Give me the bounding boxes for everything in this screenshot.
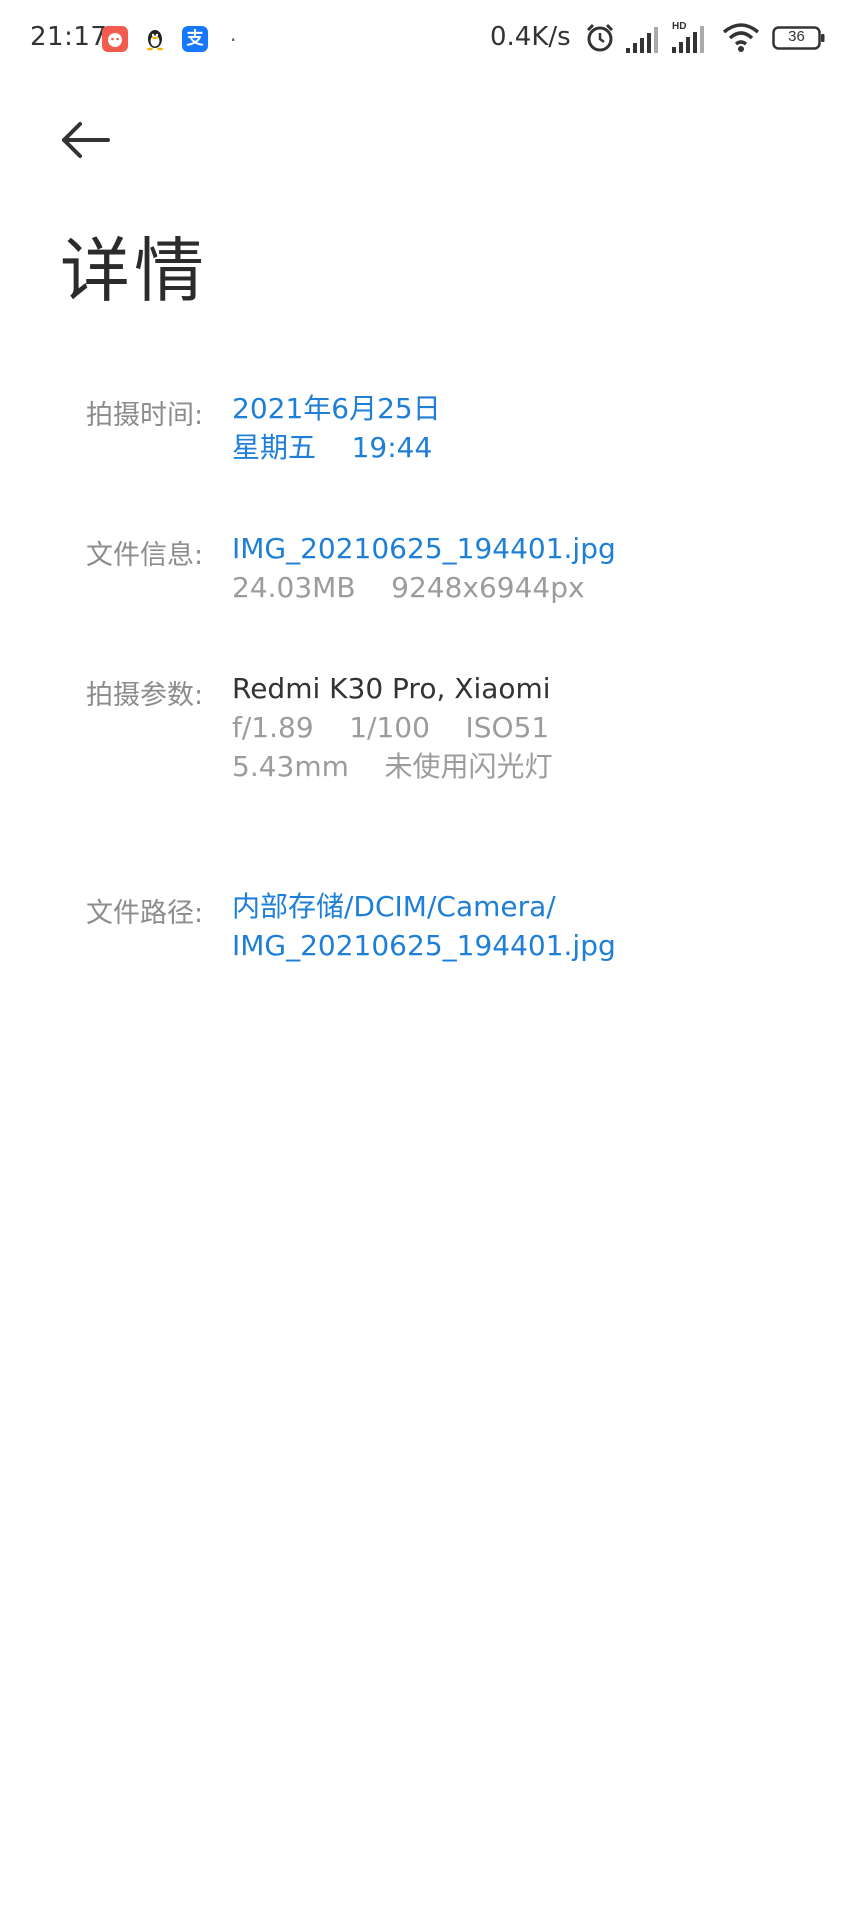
cellular-signal-icon: [626, 24, 664, 58]
battery-level: 36: [788, 28, 805, 45]
file-path-line-1[interactable]: 内部存储/DCIM/Camera/: [232, 887, 616, 926]
wifi-icon: [722, 22, 760, 58]
battery-icon: 36: [772, 26, 826, 56]
file-name[interactable]: IMG_20210625_194401.jpg: [232, 529, 616, 568]
notification-dot: ·: [230, 28, 237, 52]
svg-text:HD: HD: [672, 21, 686, 32]
capture-time-label: 拍摄时间:: [86, 400, 204, 431]
file-info-values: IMG_20210625_194401.jpg 24.03MB 9248x694…: [232, 529, 616, 607]
network-speed: 0.4K/s: [490, 22, 571, 52]
camera-focal-flash: 5.43mm 未使用闪光灯: [232, 750, 553, 783]
status-bar: 21:17 支 · 0.4K/s HD 36: [0, 0, 864, 78]
file-path-label: 文件路径:: [86, 898, 204, 929]
camera-device: Redmi K30 Pro, Xiaomi: [232, 672, 551, 705]
file-path-line-2[interactable]: IMG_20210625_194401.jpg: [232, 926, 616, 965]
camera-params-label: 拍摄参数:: [86, 680, 204, 711]
capture-weekday-time[interactable]: 星期五 19:44: [232, 428, 441, 467]
qq-penguin-icon: [142, 26, 168, 52]
file-size-resolution: 24.03MB 9248x6944px: [232, 571, 585, 604]
file-path-values[interactable]: 内部存储/DCIM/Camera/ IMG_20210625_194401.jp…: [232, 887, 616, 965]
camera-params-values: Redmi K30 Pro, Xiaomi f/1.89 1/100 ISO51…: [232, 669, 553, 786]
alipay-icon: 支: [182, 26, 208, 52]
capture-date[interactable]: 2021年6月25日: [232, 389, 441, 428]
back-button[interactable]: [58, 116, 114, 164]
hd-signal-icon: HD: [672, 20, 712, 58]
page-title: 详情: [60, 230, 208, 312]
alarm-clock-icon: [584, 22, 616, 58]
weibo-style-app-icon: [102, 26, 128, 52]
status-time: 21:17: [30, 22, 108, 52]
capture-time-values: 2021年6月25日 星期五 19:44: [232, 389, 441, 467]
file-info-label: 文件信息:: [86, 540, 204, 571]
arrow-left-icon: [62, 122, 110, 158]
camera-exposure: f/1.89 1/100 ISO51: [232, 711, 550, 744]
